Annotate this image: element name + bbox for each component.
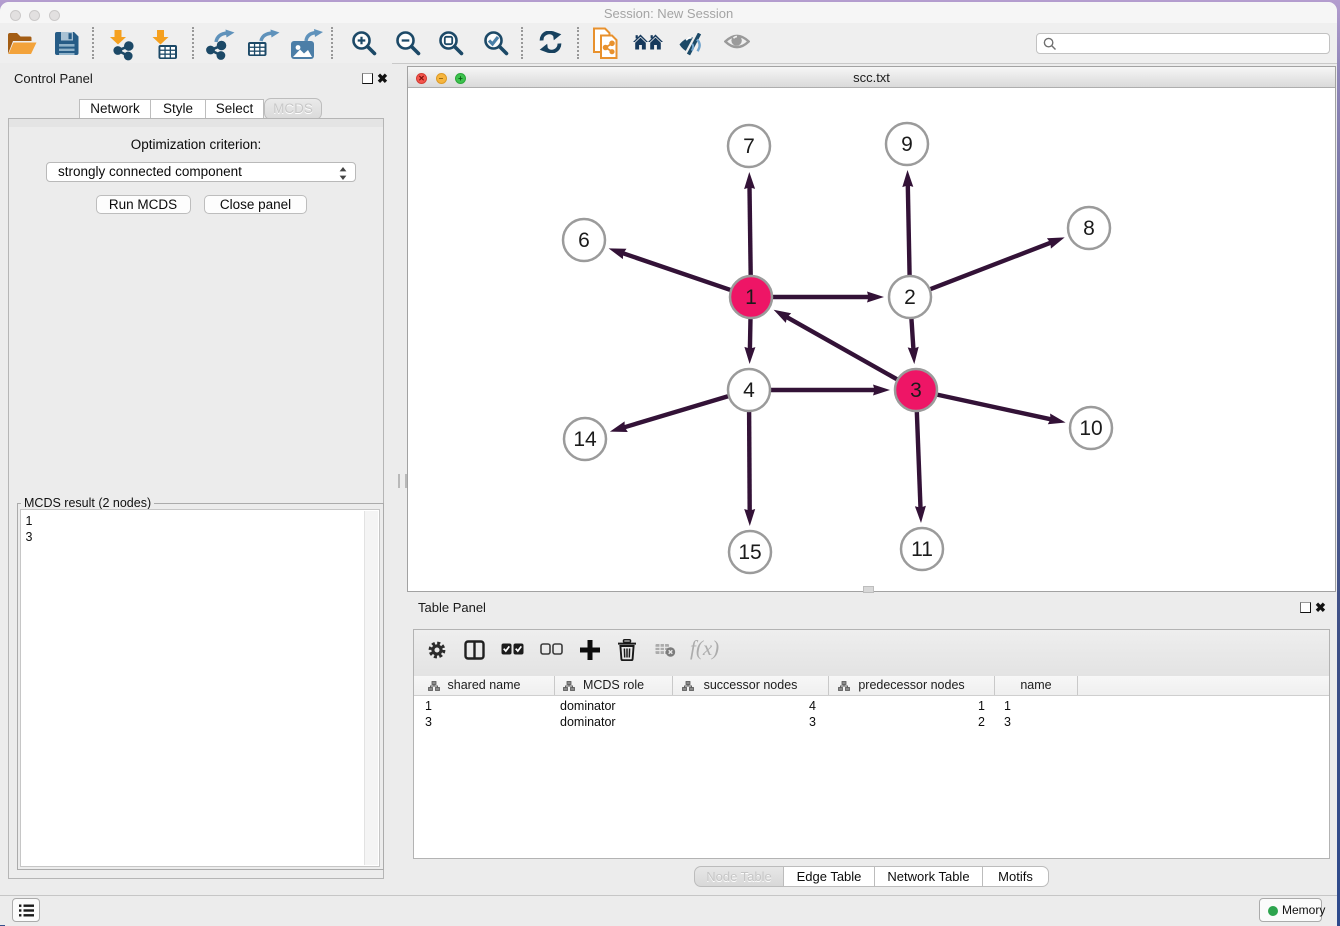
svg-text:8: 8 (1083, 217, 1095, 240)
svg-text:3: 3 (910, 379, 922, 402)
svg-text:7: 7 (743, 135, 755, 158)
svg-text:2: 2 (904, 286, 916, 309)
svg-text:15: 15 (738, 541, 761, 564)
svg-text:4: 4 (743, 379, 755, 402)
svg-text:14: 14 (573, 428, 597, 451)
svg-text:1: 1 (745, 286, 757, 309)
svg-text:9: 9 (901, 133, 913, 156)
svg-text:6: 6 (578, 229, 590, 252)
svg-text:10: 10 (1079, 417, 1102, 440)
svg-text:11: 11 (911, 538, 933, 561)
